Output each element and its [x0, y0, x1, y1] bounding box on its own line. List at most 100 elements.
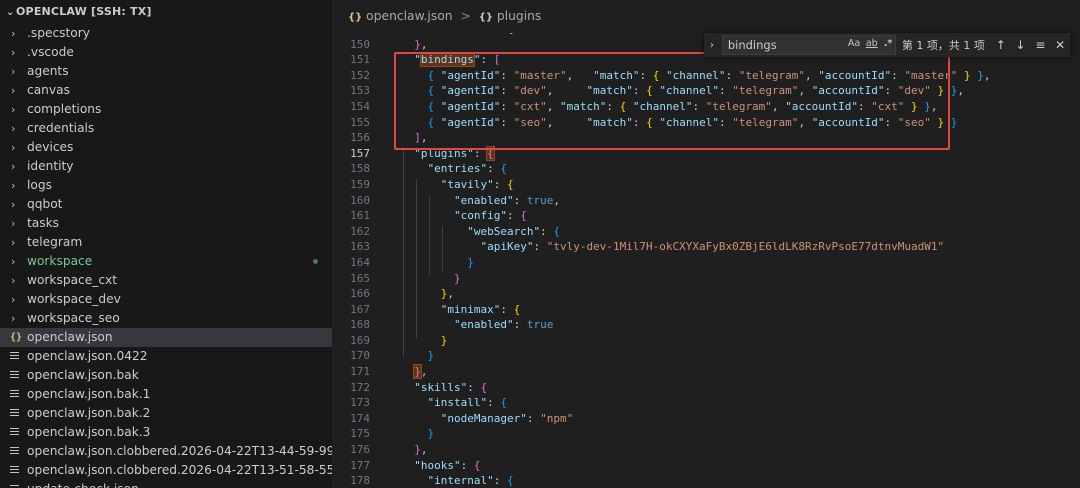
- code-area[interactable]: 115 "channels": {150 },151 "bindings": […: [333, 33, 1080, 488]
- tree-folder[interactable]: › devices: [0, 138, 332, 157]
- find-widget: › Aa ab .* 第 1 项，共 1 项 ↑ ↓ ≡ ✕: [704, 33, 1070, 57]
- code-token: "telegram": [732, 115, 799, 129]
- code-line: 174 "nodeManager": "npm": [333, 411, 1080, 427]
- code-text: "hooks": {: [401, 458, 480, 474]
- file-tree: › .specstory › .vscode › agents › canvas › comple…: [0, 24, 332, 488]
- tree-item-label: devices: [27, 140, 74, 154]
- explorer-root-folder[interactable]: ⌄OPENCLAW [SSH: TX]: [0, 0, 332, 24]
- tree-file[interactable]: openclaw.json.clobbered.2026-04-22T13-51…: [0, 461, 332, 480]
- line-number: 167: [350, 302, 370, 316]
- breadcrumb: {} openclaw.json > {} plugins: [333, 0, 1080, 33]
- tree-folder[interactable]: › workspace_seo: [0, 309, 332, 328]
- code-token: true: [526, 318, 554, 332]
- find-input[interactable]: [727, 38, 838, 52]
- code-token: "agentId": [440, 84, 501, 98]
- tree-folder[interactable]: › agents: [0, 62, 332, 81]
- code-line: 160 "enabled": true,: [333, 193, 1080, 209]
- code-line: 152 { "agentId": "master", "match": { "c…: [333, 68, 1080, 84]
- tree-file[interactable]: openclaw.json.bak.1: [0, 385, 332, 404]
- tree-folder[interactable]: › tasks: [0, 214, 332, 233]
- code-token: "telegram": [705, 99, 772, 113]
- tree-file[interactable]: openclaw.json.bak: [0, 366, 332, 385]
- code-line: 177 "hooks": {: [333, 458, 1080, 474]
- tree-folder[interactable]: › telegram: [0, 233, 332, 252]
- code-token: }: [413, 364, 422, 380]
- file-icon: [10, 404, 24, 423]
- toggle-replace-chevron-icon[interactable]: ›: [704, 40, 720, 51]
- tree-item-label: .vscode: [27, 45, 74, 59]
- code-token: "seo": [513, 115, 547, 129]
- code-token: {: [506, 474, 514, 488]
- find-in-selection-icon[interactable]: ≡: [1030, 38, 1050, 52]
- tree-folder[interactable]: › credentials: [0, 119, 332, 138]
- tree-file[interactable]: update-check.json: [0, 480, 332, 488]
- code-text: },: [401, 442, 428, 458]
- code-token: :: [500, 84, 514, 98]
- json-file-icon: {}: [10, 332, 23, 343]
- tree-item-label: logs: [27, 178, 52, 192]
- code-token: }: [440, 333, 448, 347]
- tree-folder[interactable]: › identity: [0, 157, 332, 176]
- tree-folder[interactable]: › completions: [0, 100, 332, 119]
- tree-file[interactable]: openclaw.json.clobbered.2026-04-22T13-44…: [0, 442, 332, 461]
- tree-folder[interactable]: › logs: [0, 176, 332, 195]
- tree-folder[interactable]: › .specstory: [0, 24, 332, 43]
- previous-match-icon[interactable]: ↑: [991, 38, 1011, 52]
- code-token: ,: [420, 443, 428, 457]
- tree-file[interactable]: openclaw.json.bak.3: [0, 423, 332, 442]
- code-token: "webSearch": [467, 224, 541, 238]
- tree-item-label: workspace_dev: [27, 292, 121, 306]
- code-token: :: [533, 240, 547, 254]
- close-icon[interactable]: ✕: [1050, 38, 1070, 52]
- file-lines-icon: [10, 370, 19, 380]
- code-token: ,: [983, 68, 991, 82]
- tree-folder[interactable]: › workspace: [0, 252, 332, 271]
- editor-pane: {} openclaw.json > {} plugins 115 "chann…: [333, 0, 1080, 488]
- code-token: }: [427, 427, 435, 441]
- breadcrumb-file[interactable]: openclaw.json: [366, 9, 452, 23]
- code-token: "channel": [665, 68, 726, 82]
- code-token: {: [473, 458, 481, 472]
- code-text: { "agentId": "seo", "match": { "channel"…: [401, 115, 958, 131]
- tree-folder[interactable]: › canvas: [0, 81, 332, 100]
- regex-icon[interactable]: .*: [884, 38, 893, 49]
- tree-folder[interactable]: › workspace_dev: [0, 290, 332, 309]
- file-icon: [10, 366, 24, 385]
- code-text: "install": {: [401, 395, 507, 411]
- next-match-icon[interactable]: ↓: [1011, 38, 1031, 52]
- code-token: ,: [805, 68, 819, 82]
- code-token: :: [632, 84, 647, 98]
- tree-folder[interactable]: › .vscode: [0, 43, 332, 62]
- code-text: },: [401, 37, 427, 53]
- tree-folder[interactable]: › qqbot: [0, 195, 332, 214]
- code-token: :: [480, 53, 494, 67]
- tree-folder[interactable]: › workspace_cxt: [0, 271, 332, 290]
- code-token: "telegram": [732, 84, 799, 98]
- tree-file[interactable]: openclaw.json.0422: [0, 347, 332, 366]
- code-line: 176 },: [333, 442, 1080, 458]
- tree-file[interactable]: {} openclaw.json: [0, 328, 332, 347]
- whole-word-icon[interactable]: ab: [866, 38, 878, 49]
- line-number: 177: [350, 458, 370, 472]
- match-case-icon[interactable]: Aa: [848, 38, 860, 49]
- chevron-right-icon: ›: [11, 293, 16, 306]
- tree-file[interactable]: openclaw.json.bak.2: [0, 404, 332, 423]
- find-input-box: Aa ab .*: [721, 35, 896, 55]
- breadcrumb-separator: >: [460, 9, 471, 23]
- code-text: }: [401, 271, 461, 287]
- code-token: "npm": [540, 411, 574, 425]
- explorer-sidebar: ⌄OPENCLAW [SSH: TX] › .specstory › .vscode ›…: [0, 0, 332, 488]
- breadcrumb-symbol[interactable]: plugins: [497, 9, 541, 23]
- code-token: {: [480, 380, 488, 394]
- code-token: {: [520, 209, 527, 223]
- modified-dot-icon: [313, 259, 318, 264]
- code-token: :: [858, 99, 872, 113]
- line-number: 165: [350, 271, 370, 285]
